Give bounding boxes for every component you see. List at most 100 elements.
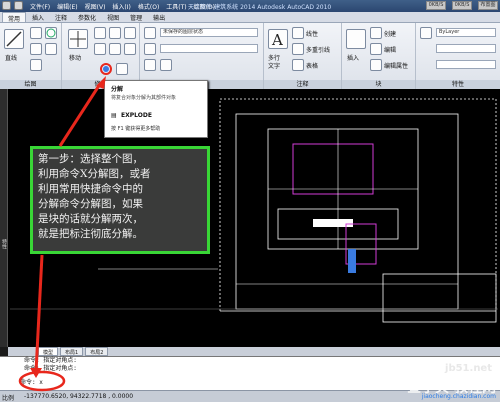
explode-tooltip: 分解 将复合对象分解为其部件对象 EXPLODE ▤ 按 F1 键获得更多帮助 (104, 80, 208, 138)
status-scale: 比例 (2, 395, 15, 402)
block-group: 插入 创建 编辑 编辑属性 块 (342, 23, 416, 89)
draw-group-label: 绘图 (0, 80, 61, 89)
multileader-label: 多重引线 (306, 47, 331, 54)
cursor-coordinates: -137770.6520, 94322.7718 , 0.0000 (24, 393, 134, 400)
tab-output[interactable]: 输出 (148, 12, 170, 22)
instruction-line: 分解命令分解图，如果 (38, 198, 143, 210)
annotation-group: A 多行 文字 线性 多重引线 表格 注释 (264, 23, 342, 89)
copy-icon[interactable] (94, 43, 106, 55)
linear-dimension-icon[interactable] (292, 27, 304, 39)
tooltip-help: 按 F1 键获得更多帮助 (111, 126, 161, 132)
menu-edit[interactable]: 编辑(E) (57, 2, 77, 11)
create-block-icon[interactable] (370, 27, 382, 39)
command-history-line: 命令: 指定对角点: (24, 365, 77, 372)
network-speed-down: 0KB/S (452, 1, 472, 10)
instruction-box: 第一步：选择整个图， 利用命令X分解图，或者 利用常用快捷命令中的 分解命令分解… (30, 146, 210, 254)
tab-annotate[interactable]: 注释 (50, 12, 72, 22)
match-properties-icon[interactable] (420, 27, 432, 39)
table-icon[interactable] (292, 59, 304, 71)
instruction-line: 利用命令X分解图，或者 (38, 168, 151, 180)
properties-group-label: 特性 (416, 80, 500, 89)
layer-freeze-icon[interactable] (144, 43, 156, 55)
tab-model[interactable]: 模型 (38, 347, 59, 356)
circle-icon[interactable] (45, 27, 57, 39)
svg-text:A: A (271, 31, 283, 48)
stretch-icon[interactable] (116, 63, 128, 75)
linetype-dropdown[interactable] (436, 44, 496, 53)
rectangle-icon[interactable] (45, 43, 57, 55)
multileader-icon[interactable] (292, 43, 304, 55)
menu-tools[interactable]: 工具(T) (166, 2, 186, 11)
ribbon-panel: 直线 绘图 移动 修改 未保存的图层状态 图层 (0, 23, 500, 89)
properties-palette[interactable]: 特性 (0, 89, 8, 347)
color-dropdown[interactable]: ByLayer (436, 28, 496, 37)
tab-layout1[interactable]: 布局1 (60, 347, 84, 356)
annotation-group-label: 注释 (264, 80, 341, 89)
extend-icon[interactable] (124, 27, 136, 39)
layer-tools-icon[interactable] (144, 59, 156, 71)
layout-button[interactable]: 布置图 (478, 1, 498, 10)
palette-label: 特性 (1, 239, 7, 249)
layer-match-icon[interactable] (160, 59, 172, 71)
current-layer-dropdown[interactable] (160, 44, 258, 53)
title-bar: 文件(F) 编辑(E) 视图(V) 插入(I) 格式(O) 工具(T) 绘图(D… (0, 0, 500, 12)
draw-group: 直线 绘图 (0, 23, 62, 89)
insert-block-icon[interactable] (346, 29, 366, 49)
move-icon[interactable] (68, 29, 88, 49)
tab-view[interactable]: 视图 (102, 12, 124, 22)
lineweight-dropdown[interactable] (436, 60, 496, 69)
arc-icon[interactable] (30, 43, 42, 55)
layer-state-dropdown[interactable]: 未保存的图层状态 (160, 28, 258, 37)
rotate-icon[interactable] (94, 27, 106, 39)
mirror-icon[interactable] (109, 43, 121, 55)
quick-access-toolbar (2, 1, 23, 10)
hatch-icon[interactable] (30, 59, 42, 71)
tab-home[interactable]: 常用 (2, 12, 27, 23)
move-label: 移动 (69, 55, 82, 62)
instruction-line: 就是把标注彻底分解。 (38, 228, 143, 240)
network-speed-up: 0KB/S (426, 1, 446, 10)
instruction-line: 是块的话就分解两次， (38, 213, 143, 225)
linear-dimension-label: 线性 (306, 31, 319, 38)
tooltip-description: 将复合对象分解为其部件对象 (111, 95, 177, 101)
new-file-icon[interactable] (2, 1, 11, 10)
create-block-label: 创建 (384, 31, 397, 38)
open-file-icon[interactable] (14, 1, 23, 10)
layout-tabs: 模型 布局1 布局2 (8, 347, 500, 356)
block-group-label: 块 (342, 80, 415, 89)
edit-attribute-label: 编辑属性 (384, 63, 409, 70)
tooltip-command: EXPLODE (121, 112, 152, 119)
menu-insert[interactable]: 插入(I) (112, 2, 130, 11)
instruction-line: 第一步：选择整个图， (38, 153, 143, 165)
command-icon: ▤ (111, 112, 117, 119)
watermark-site: jb51.net (445, 363, 492, 374)
trim-icon[interactable] (109, 27, 121, 39)
line-tool-icon[interactable] (4, 29, 24, 49)
tab-layout2[interactable]: 布局2 (85, 347, 109, 356)
layer-properties-icon[interactable] (144, 27, 156, 39)
explode-icon[interactable] (100, 63, 112, 75)
table-label: 表格 (306, 63, 319, 70)
menu-file[interactable]: 文件(F) (30, 2, 50, 11)
watermark-url: jiaocheng.chazidian.com (421, 393, 496, 400)
polyline-icon[interactable] (30, 27, 42, 39)
title-tray: 0KB/S 0KB/S 布置图 (426, 1, 498, 10)
insert-block-label: 插入 (347, 55, 360, 62)
ribbon-tabs: 常用 插入 注释 参数化 视图 管理 输出 (0, 12, 500, 23)
line-tool-label: 直线 (5, 55, 18, 62)
edit-attribute-icon[interactable] (370, 59, 382, 71)
edit-block-label: 编辑 (384, 47, 397, 54)
properties-group: ByLayer 特性 (416, 23, 500, 89)
fillet-icon[interactable] (124, 43, 136, 55)
tab-insert[interactable]: 插入 (27, 12, 49, 22)
tooltip-title: 分解 (111, 86, 124, 93)
tab-manage[interactable]: 管理 (125, 12, 147, 22)
mtext-label-2: 文字 (268, 63, 281, 70)
app-title: 天正软件-建筑系统 2014 Autodesk AutoCAD 2010 (188, 4, 332, 11)
menu-format[interactable]: 格式(O) (138, 2, 159, 11)
edit-block-icon[interactable] (370, 43, 382, 55)
command-history-line: 命令: 指定对角点: (24, 357, 77, 364)
menu-view[interactable]: 视图(V) (85, 2, 106, 11)
mtext-icon[interactable]: A (268, 29, 288, 49)
tab-parametric[interactable]: 参数化 (73, 12, 101, 22)
